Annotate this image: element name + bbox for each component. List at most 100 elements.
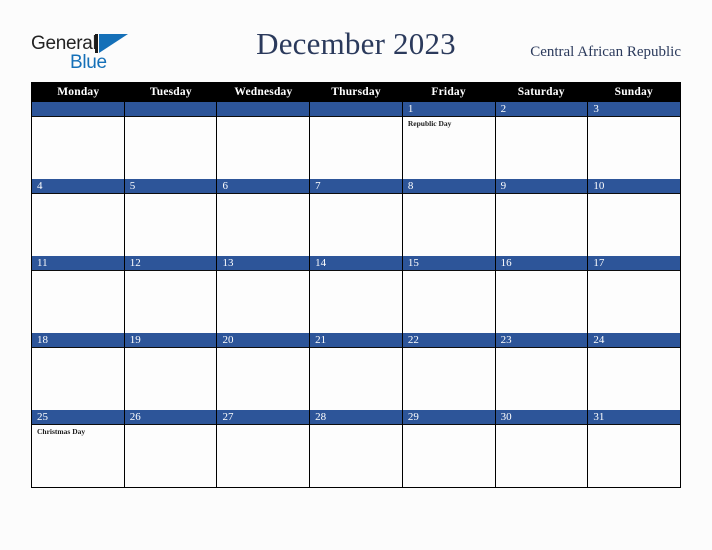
day-cell-19[interactable]: 19 <box>124 333 218 410</box>
date-band: 23 <box>495 333 588 348</box>
date-band: 5 <box>124 179 217 194</box>
day-cell-24[interactable]: 24 <box>588 333 681 410</box>
date-number: 23 <box>500 334 512 346</box>
date-number: 21 <box>315 334 327 346</box>
date-band: 10 <box>588 179 681 194</box>
day-cell-26[interactable]: 26 <box>124 410 218 487</box>
date-number: 18 <box>37 334 48 346</box>
day-cell-10[interactable]: 10 <box>588 179 681 256</box>
date-band: 20 <box>217 333 310 348</box>
day-cell-1[interactable]: 1 Republic Day <box>402 102 496 179</box>
date-number: 13 <box>222 257 234 269</box>
day-cell-empty[interactable] <box>217 102 311 179</box>
date-number: 29 <box>407 411 419 423</box>
weekday-header-wednesday: Wednesday <box>234 86 293 98</box>
date-number: 3 <box>593 103 599 115</box>
date-number: 15 <box>407 257 419 269</box>
calendar-week-row: 18 19 20 21 22 23 24 <box>32 333 681 410</box>
date-number: 20 <box>222 334 234 346</box>
day-cell-3[interactable]: 3 <box>588 102 681 179</box>
day-cell-empty[interactable] <box>32 102 125 179</box>
day-cell-27[interactable]: 27 <box>217 410 311 487</box>
day-cell-9[interactable]: 9 <box>495 179 589 256</box>
date-number: 1 <box>407 103 414 115</box>
date-number: 31 <box>593 411 605 423</box>
day-cell-28[interactable]: 28 <box>310 410 403 487</box>
day-cell-15[interactable]: 15 <box>402 256 496 333</box>
date-number: 6 <box>222 180 228 192</box>
calendar-weeks: 1 Republic Day 2 3 4 5 6 7 8 9 10 11 12 13 14 15 16 17 18 1… <box>32 102 681 487</box>
date-number: 5 <box>129 180 136 192</box>
weekday-header-saturday: Saturday <box>517 86 565 98</box>
date-band: 8 <box>402 179 495 194</box>
date-band: 24 <box>588 333 681 348</box>
date-band: 4 <box>32 179 124 194</box>
date-band: 9 <box>495 179 588 194</box>
country-label: Central African Republic <box>530 44 681 60</box>
calendar-week-row: 25 Christmas Day 26 27 28 29 30 31 <box>32 410 681 487</box>
date-number: 10 <box>593 180 605 192</box>
date-band: 31 <box>588 410 681 425</box>
date-band: 7 <box>310 179 402 194</box>
holiday-label: Republic Day <box>407 119 452 128</box>
date-band: 15 <box>402 256 495 271</box>
page-header: General Blue December 2023 Central Afric… <box>0 0 712 82</box>
date-number: 27 <box>222 411 234 423</box>
day-cell-13[interactable]: 13 <box>217 256 311 333</box>
day-cell-20[interactable]: 20 <box>217 333 311 410</box>
day-cell-4[interactable]: 4 <box>32 179 125 256</box>
weekday-header-tuesday: Tuesday <box>149 86 192 98</box>
day-cell-31[interactable]: 31 <box>588 410 681 487</box>
date-number: 9 <box>500 180 507 192</box>
date-number: 30 <box>500 411 512 423</box>
date-band: 1 <box>402 102 495 117</box>
day-cell-11[interactable]: 11 <box>32 256 125 333</box>
date-band: 17 <box>588 256 681 271</box>
date-band: 16 <box>495 256 588 271</box>
date-band: 22 <box>402 333 495 348</box>
date-band: 25 <box>32 410 124 425</box>
date-number: 7 <box>315 180 321 192</box>
day-cell-22[interactable]: 22 <box>402 333 496 410</box>
weekday-header-row: Monday Tuesday Wednesday Thursday Friday Satu… <box>32 82 680 102</box>
day-cell-empty[interactable] <box>310 102 403 179</box>
day-cell-7[interactable]: 7 <box>310 179 403 256</box>
date-number: 2 <box>500 103 507 115</box>
day-cell-2[interactable]: 2 <box>495 102 589 179</box>
day-cell-21[interactable]: 21 <box>310 333 403 410</box>
day-cell-5[interactable]: 5 <box>124 179 218 256</box>
date-number: 11 <box>37 257 48 269</box>
date-band: 13 <box>217 256 310 271</box>
date-band: 3 <box>588 102 681 117</box>
date-number: 26 <box>129 411 141 423</box>
day-cell-14[interactable]: 14 <box>310 256 403 333</box>
date-number: 19 <box>129 334 141 346</box>
day-cell-30[interactable]: 30 <box>495 410 589 487</box>
day-cell-empty[interactable] <box>124 102 218 179</box>
day-cell-6[interactable]: 6 <box>217 179 311 256</box>
date-band: 12 <box>124 256 217 271</box>
date-number: 16 <box>500 257 512 269</box>
day-cell-12[interactable]: 12 <box>124 256 218 333</box>
date-band: 21 <box>310 333 402 348</box>
day-cell-8[interactable]: 8 <box>402 179 496 256</box>
date-band: 29 <box>402 410 495 425</box>
day-cell-18[interactable]: 18 <box>32 333 125 410</box>
date-number: 8 <box>407 180 414 192</box>
day-cell-29[interactable]: 29 <box>402 410 496 487</box>
weekday-header-sunday: Sunday <box>614 86 653 98</box>
day-cell-25[interactable]: 25 Christmas Day <box>32 410 125 487</box>
day-cell-16[interactable]: 16 <box>495 256 589 333</box>
date-band: 14 <box>310 256 402 271</box>
date-number: 25 <box>37 411 48 423</box>
date-band <box>32 102 124 117</box>
date-number: 12 <box>129 257 141 269</box>
weekday-header-friday: Friday <box>431 86 466 98</box>
date-number: 28 <box>315 411 327 423</box>
day-cell-23[interactable]: 23 <box>495 333 589 410</box>
date-band: 6 <box>217 179 310 194</box>
calendar-grid: Monday Tuesday Wednesday Thursday Friday Satu… <box>31 82 681 488</box>
date-band: 28 <box>310 410 402 425</box>
day-cell-17[interactable]: 17 <box>588 256 681 333</box>
date-number: 14 <box>315 257 327 269</box>
